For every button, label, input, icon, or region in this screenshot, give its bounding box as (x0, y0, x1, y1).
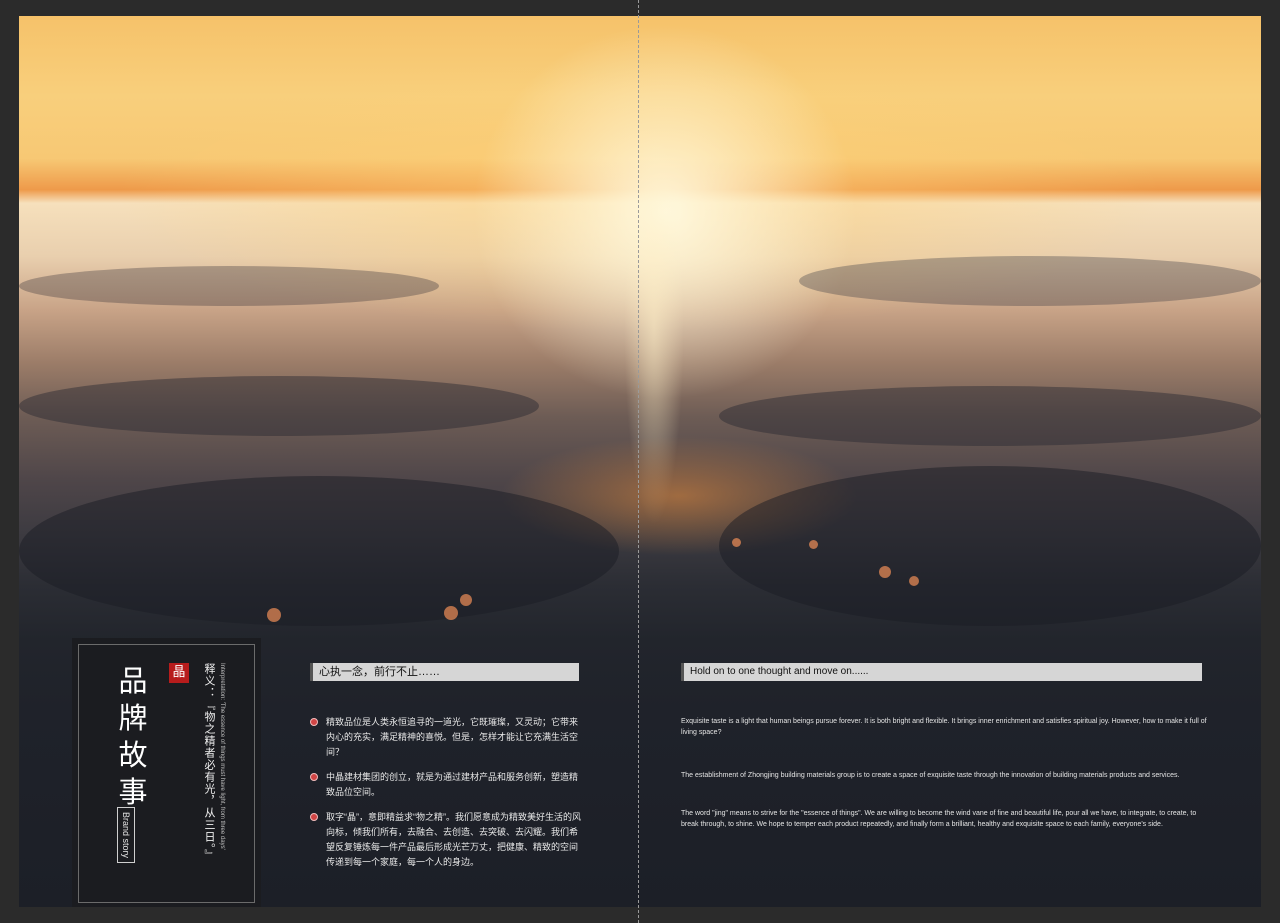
list-item-text: 取字“晶”，意即精益求“物之精”。我们愿意成为精致美好生活的风向标，倾我们所有，… (326, 812, 581, 867)
wave-highlight (799, 256, 1261, 306)
page-fold-line (638, 0, 639, 923)
bullet-list-cn: 精致品位是人类永恒追寻的一道光，它既璀璨，又灵动；它带来内心的充实，满足精神的喜… (310, 715, 585, 880)
brand-story-box: Brand story (117, 807, 135, 863)
bokeh-light (879, 566, 891, 578)
wave-highlight (19, 476, 619, 626)
wave-highlight (719, 466, 1261, 626)
interpretation-cn: 释义：『物之精者必有光，从三日。』 (203, 663, 215, 862)
page-title: 品牌故事 (118, 664, 148, 809)
seal-stamp: 晶 (169, 663, 189, 683)
wave-highlight (19, 376, 539, 436)
bokeh-light (460, 594, 472, 606)
bokeh-light (444, 606, 458, 620)
paragraph-en: The word "jing" means to strive for the … (681, 810, 1197, 828)
list-item: 中晶建材集团的创立，就是为通过建材产品和服务创新，塑造精致品位空间。 (310, 770, 585, 800)
wave-highlight (719, 386, 1261, 446)
title-panel-frame: 品牌故事 Brand story 晶 释义：『物之精者必有光，从三日。』 Int… (78, 644, 255, 903)
slogan-bar-cn: 心执一念，前行不止…… (310, 663, 579, 681)
wave-highlight (19, 266, 439, 306)
paragraph-en: Exquisite taste is a light that human be… (681, 718, 1207, 736)
slogan-bar-en: Hold on to one thought and move on...... (681, 663, 1202, 681)
bokeh-light (267, 608, 281, 622)
bokeh-light (809, 540, 818, 549)
interpretation-en: Interpretation: 'The essence of things m… (219, 663, 225, 850)
title-panel: 品牌故事 Brand story 晶 释义：『物之精者必有光，从三日。』 Int… (72, 638, 261, 907)
bokeh-light (909, 576, 919, 586)
bullet-dot-icon (310, 773, 318, 781)
list-item-text: 精致品位是人类永恒追寻的一道光，它既璀璨，又灵动；它带来内心的充实，满足精神的喜… (326, 717, 579, 757)
paragraph-en: The establishment of Zhongjing building … (681, 772, 1180, 779)
bullet-dot-icon (310, 813, 318, 821)
list-item: 取字“晶”，意即精益求“物之精”。我们愿意成为精致美好生活的风向标，倾我们所有，… (310, 810, 585, 870)
bokeh-light (732, 538, 741, 547)
bullet-dot-icon (310, 718, 318, 726)
brand-story-label: Brand story (121, 811, 131, 859)
list-item: 精致品位是人类永恒追寻的一道光，它既璀璨，又灵动；它带来内心的充实，满足精神的喜… (310, 715, 585, 760)
list-item-text: 中晶建材集团的创立，就是为通过建材产品和服务创新，塑造精致品位空间。 (326, 772, 579, 797)
